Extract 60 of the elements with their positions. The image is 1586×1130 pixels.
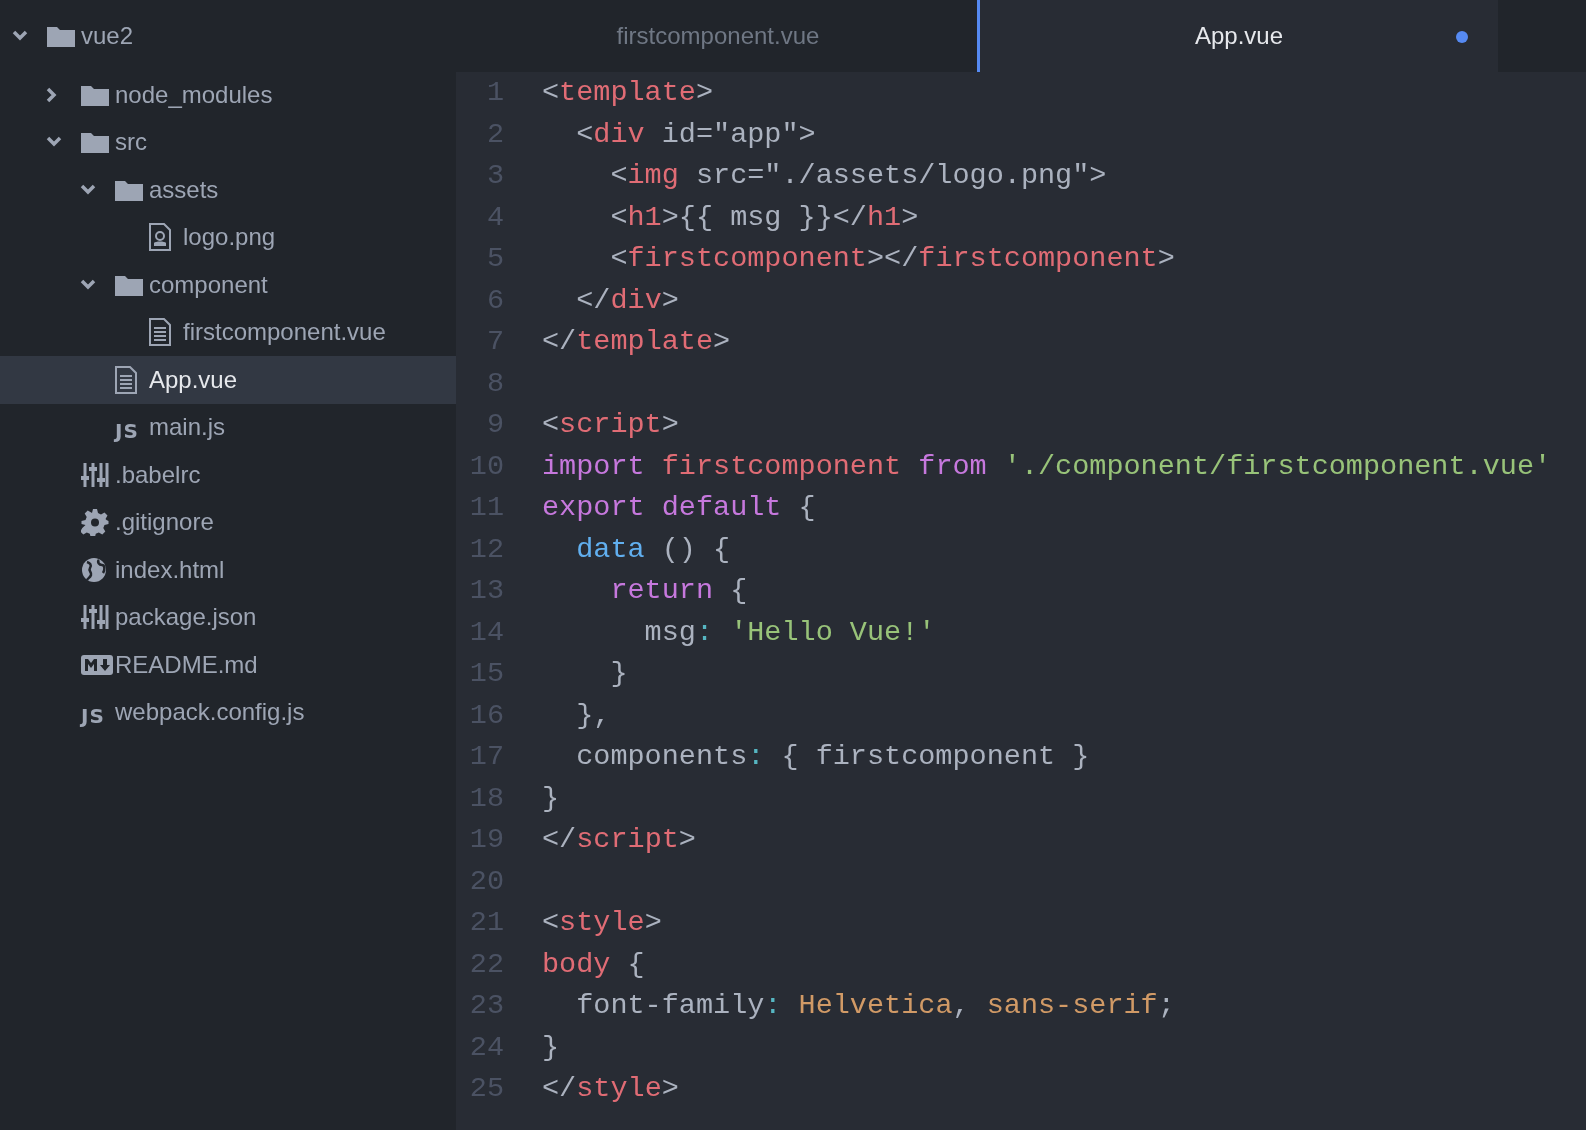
folder-item[interactable]: assets xyxy=(0,166,456,214)
folder-icon xyxy=(115,273,143,296)
globe-icon xyxy=(81,556,107,583)
code-line: body { xyxy=(542,947,645,981)
file-item[interactable]: JS main.js xyxy=(0,403,456,451)
code-line: <firstcomponent></firstcomponent> xyxy=(609,242,1175,276)
markdown-icon xyxy=(81,654,113,675)
code-line: data () { xyxy=(575,532,731,566)
file-item[interactable]: index.html xyxy=(0,546,456,594)
code-line: components: { firstcomponent } xyxy=(575,740,1090,774)
gear-icon xyxy=(81,508,109,537)
chevron-down-icon[interactable] xyxy=(46,136,62,149)
folder-item[interactable]: vue2 xyxy=(0,0,456,72)
sliders-icon xyxy=(81,605,109,630)
folder-icon xyxy=(115,178,143,201)
code-line: font-family: Helvetica, sans-serif; xyxy=(575,989,1175,1023)
code-line: <img src="./assets/logo.png"> xyxy=(609,159,1107,193)
tab[interactable]: App.vue xyxy=(977,0,1498,72)
folder-icon xyxy=(81,83,109,106)
file-item[interactable]: logo.png xyxy=(0,213,456,261)
tab[interactable]: firstcomponent.vue xyxy=(456,0,977,72)
chevron-right-icon[interactable] xyxy=(46,86,58,103)
image-file-icon xyxy=(149,223,171,252)
js-icon: JS xyxy=(115,411,139,444)
code-line: <template> xyxy=(542,76,714,110)
folder-icon xyxy=(81,131,109,154)
file-item[interactable]: .gitignore xyxy=(0,498,456,546)
chevron-down-icon[interactable] xyxy=(12,30,28,42)
file-item[interactable]: package.json xyxy=(0,593,456,641)
code-line: <style> xyxy=(542,906,662,940)
file-item[interactable]: App.vue xyxy=(0,356,456,404)
code-line: </script> xyxy=(542,823,696,857)
code-line: import firstcomponent from './component/firstcomponent.vue' xyxy=(542,449,1552,483)
code-line: <h1>{{ msg }}</h1> xyxy=(609,200,919,234)
chevron-down-icon[interactable] xyxy=(80,183,96,196)
file-icon xyxy=(115,365,137,394)
code-line: return { xyxy=(609,574,748,608)
chevron-down-icon[interactable] xyxy=(80,278,96,291)
sliders-icon xyxy=(81,462,109,487)
file-item[interactable]: README.md xyxy=(0,641,456,689)
code-line: </style> xyxy=(542,1072,679,1106)
folder-item[interactable]: src xyxy=(0,118,456,166)
code-line: export default { xyxy=(542,491,816,525)
file-icon xyxy=(149,318,171,347)
folder-icon xyxy=(47,25,75,47)
code-line: </div> xyxy=(575,283,679,317)
js-icon: JS xyxy=(81,696,105,729)
code-line: }, xyxy=(575,698,611,732)
code-line: </template> xyxy=(542,325,731,359)
folder-item[interactable]: component xyxy=(0,261,456,309)
folder-item[interactable]: node_modules xyxy=(0,71,456,119)
file-item[interactable]: firstcomponent.vue xyxy=(0,308,456,356)
code-line: <script> xyxy=(542,408,679,442)
code-line: <div id="app"> xyxy=(575,117,816,151)
file-item[interactable]: JS webpack.config.js xyxy=(0,688,456,736)
file-item[interactable]: .babelrc xyxy=(0,451,456,499)
code-line: } xyxy=(542,781,560,815)
code-line: msg: 'Hello Vue!' xyxy=(643,615,936,649)
code-line: } xyxy=(542,1030,560,1064)
code-line: } xyxy=(609,657,628,691)
